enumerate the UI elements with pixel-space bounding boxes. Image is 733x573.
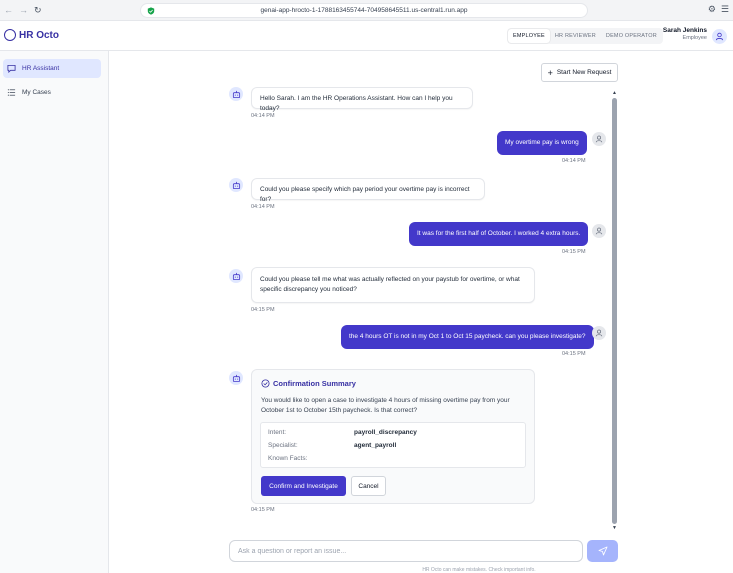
bot-avatar (229, 371, 243, 385)
scroll-down-arrow-icon[interactable]: ▼ (612, 525, 617, 531)
reload-icon[interactable]: ↻ (34, 5, 42, 16)
chat-input[interactable] (229, 540, 583, 562)
confirmation-title: Confirmation Summary (261, 379, 356, 388)
sidebar-item-label: HR Assistant (22, 65, 60, 72)
list-icon (7, 88, 16, 97)
user-avatar[interactable] (712, 29, 727, 44)
user-message-avatar (592, 224, 606, 238)
sidebar-item-label: My Cases (22, 89, 51, 96)
message-timestamp: 04:14 PM (251, 204, 275, 210)
role-demo-operator-button[interactable]: DEMO OPERATOR (601, 29, 662, 43)
user-icon (595, 135, 603, 143)
user-message: the 4 hours OT is not in my Oct 1 to Oct… (341, 325, 594, 349)
disclaimer-text: HR Octo can make mistakes. Check importa… (422, 567, 536, 573)
confirmation-description-line: You would like to open a case to investi… (261, 397, 510, 404)
user-icon (595, 227, 603, 235)
browser-nav: ← → ↻ (4, 5, 42, 16)
user-message-avatar (592, 132, 606, 146)
address-bar[interactable]: genai-app-hrocto-1-1788163455744-7049586… (140, 3, 588, 18)
extensions-icon[interactable]: ⚙ (708, 4, 716, 15)
user-icon (715, 32, 724, 41)
back-icon[interactable]: ← (4, 5, 13, 16)
role-employee-button[interactable]: EMPLOYEE (508, 29, 550, 43)
bot-message: Hello Sarah. I am the HR Operations Assi… (251, 87, 473, 112)
message-timestamp: 04:14 PM (251, 113, 275, 119)
bot-icon (232, 374, 240, 382)
start-new-request-button[interactable]: + Start New Request (541, 63, 618, 82)
logo-ring-icon (4, 29, 16, 41)
role-hr-reviewer-button[interactable]: HR REVIEWER (550, 29, 601, 43)
bot-message-line: specific discrepancy you noticed? (260, 286, 357, 293)
chat-scrollbar[interactable]: ▲ ▼ (612, 90, 617, 531)
user-info: Sarah Jenkins Employee (663, 27, 707, 41)
fact-label-intent: Intent: (268, 429, 287, 436)
message-timestamp: 04:15 PM (251, 507, 275, 513)
forward-icon[interactable]: → (19, 5, 28, 16)
message-timestamp: 04:15 PM (562, 351, 586, 357)
bot-message-line: Could you please tell me what was actual… (260, 276, 520, 283)
bot-message: Could you please specify which pay perio… (251, 178, 485, 203)
confirm-and-investigate-button[interactable]: Confirm and Investigate (261, 476, 346, 496)
browser-actions: ⚙ ☰ (708, 4, 729, 15)
send-icon (598, 546, 607, 556)
user-message: It was for the first half of October. I … (409, 222, 589, 246)
scrollbar-thumb[interactable] (612, 98, 617, 524)
message-timestamp: 04:15 PM (562, 249, 586, 255)
fact-label-known-facts: Known Facts: (268, 455, 308, 462)
bot-icon (232, 90, 240, 98)
check-circle-icon (261, 379, 270, 388)
confirmation-title-text: Confirmation Summary (273, 379, 356, 388)
app-header: HR Octo EMPLOYEE HR REVIEWER DEMO OPERAT… (0, 21, 733, 51)
bot-avatar (229, 178, 243, 192)
bot-message: Could you please tell me what was actual… (251, 267, 535, 303)
cancel-button[interactable]: Cancel (351, 476, 386, 496)
start-new-request-label: Start New Request (556, 69, 612, 76)
bot-icon (232, 181, 240, 189)
message-timestamp: 04:14 PM (562, 158, 586, 164)
menu-icon[interactable]: ☰ (721, 4, 729, 15)
bot-icon (232, 272, 240, 280)
confirmation-description: You would like to open a case to investi… (261, 396, 521, 416)
scroll-up-arrow-icon[interactable]: ▲ (612, 90, 617, 96)
url-text: genai-app-hrocto-1-1788163455744-7049586… (260, 7, 468, 14)
user-message: My overtime pay is wrong (497, 131, 587, 155)
bot-avatar (229, 87, 243, 101)
confirmation-summary-card: Confirmation Summary You would like to o… (251, 369, 535, 504)
role-switcher: EMPLOYEE HR REVIEWER DEMO OPERATOR (507, 28, 663, 44)
browser-toolbar: ← → ↻ genai-app-hrocto-1-1788163455744-7… (0, 0, 733, 21)
known-facts-panel: Intent: payroll_discrepancy Specialist: … (260, 422, 526, 468)
user-icon (595, 329, 603, 337)
sidebar-item-hr-assistant[interactable]: HR Assistant (3, 59, 101, 78)
user-role: Employee (682, 35, 707, 41)
user-message-avatar (592, 326, 606, 340)
bot-avatar (229, 269, 243, 283)
fact-value-specialist: agent_payroll (354, 442, 397, 449)
app-title: HR Octo (19, 29, 59, 41)
send-button[interactable] (587, 540, 618, 562)
chat-icon (7, 64, 16, 73)
plus-icon: + (547, 67, 553, 78)
fact-value-intent: payroll_discrepancy (354, 429, 417, 436)
confirmation-description-line: October 1st to October 15th paycheck. Is… (261, 407, 418, 414)
message-timestamp: 04:15 PM (251, 307, 275, 313)
fact-label-specialist: Specialist: (268, 442, 298, 449)
user-name: Sarah Jenkins (662, 27, 707, 34)
sidebar: HR Assistant My Cases (0, 51, 109, 573)
sidebar-item-my-cases[interactable]: My Cases (3, 83, 101, 102)
app-logo[interactable]: HR Octo (4, 29, 59, 41)
